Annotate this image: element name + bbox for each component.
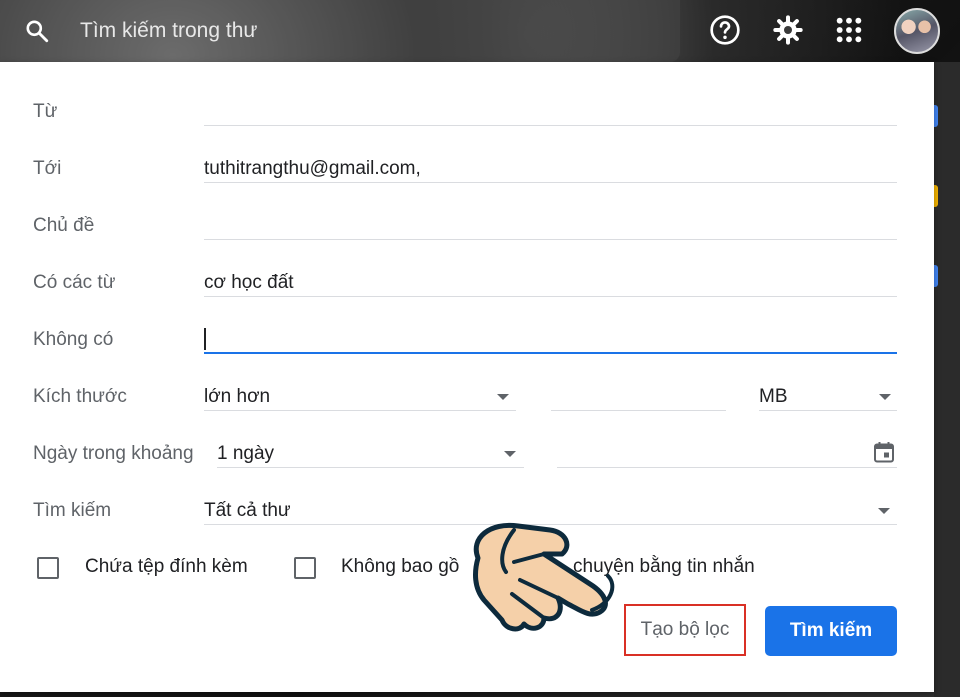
search-in-select[interactable]: Tất cả thư [204,500,291,522]
background-edge [934,62,960,697]
search-bar[interactable]: Tìm kiếm trong thư [0,0,680,62]
help-icon[interactable] [709,14,741,46]
date-range-underline [217,467,524,468]
search-placeholder[interactable]: Tìm kiếm trong thư [80,19,257,43]
chevron-down-icon[interactable] [878,508,890,514]
to-label: Tới [33,158,62,179]
exclude-chats-checkbox[interactable] [294,557,316,579]
subject-label: Chủ đề [33,215,95,236]
size-amount-underline [551,410,726,411]
apps-grid-icon[interactable] [833,14,865,46]
has-words-label: Có các từ [33,272,116,293]
size-operator-select[interactable]: lớn hơn [204,386,270,408]
text-cursor [204,328,206,350]
from-underline [204,125,897,126]
doesnt-have-label: Không có [33,329,114,350]
date-range-select[interactable]: 1 ngày [217,443,274,465]
date-underline [557,467,897,468]
pointing-hand-icon [473,522,615,632]
chevron-down-icon[interactable] [497,394,509,400]
size-label: Kích thước [33,386,127,407]
to-underline [204,182,897,183]
size-unit-underline [759,410,897,411]
size-unit-select[interactable]: MB [759,386,788,408]
avatar[interactable] [894,8,940,54]
from-label: Từ [33,101,58,122]
chevron-down-icon[interactable] [504,451,516,457]
subject-underline [204,239,897,240]
calendar-icon[interactable] [872,440,896,464]
date-within-label: Ngày trong khoảng [33,443,194,464]
to-input[interactable]: tuthitrangthu@gmail.com, [204,158,421,180]
search-icon[interactable] [24,18,50,44]
has-attachment-checkbox[interactable] [37,557,59,579]
has-attachment-label: Chứa tệp đính kèm [85,556,248,577]
settings-icon[interactable] [772,14,804,46]
search-button[interactable]: Tìm kiếm [765,606,897,656]
has-words-input[interactable]: cơ học đất [204,272,294,294]
create-filter-button[interactable]: Tạo bộ lọc [624,604,746,656]
chevron-down-icon[interactable] [879,394,891,400]
search-in-label: Tìm kiếm [33,500,112,521]
doesnt-have-underline [204,352,897,354]
top-bar: Tìm kiếm trong thư [0,0,960,62]
size-operator-underline [204,410,516,411]
has-words-underline [204,296,897,297]
